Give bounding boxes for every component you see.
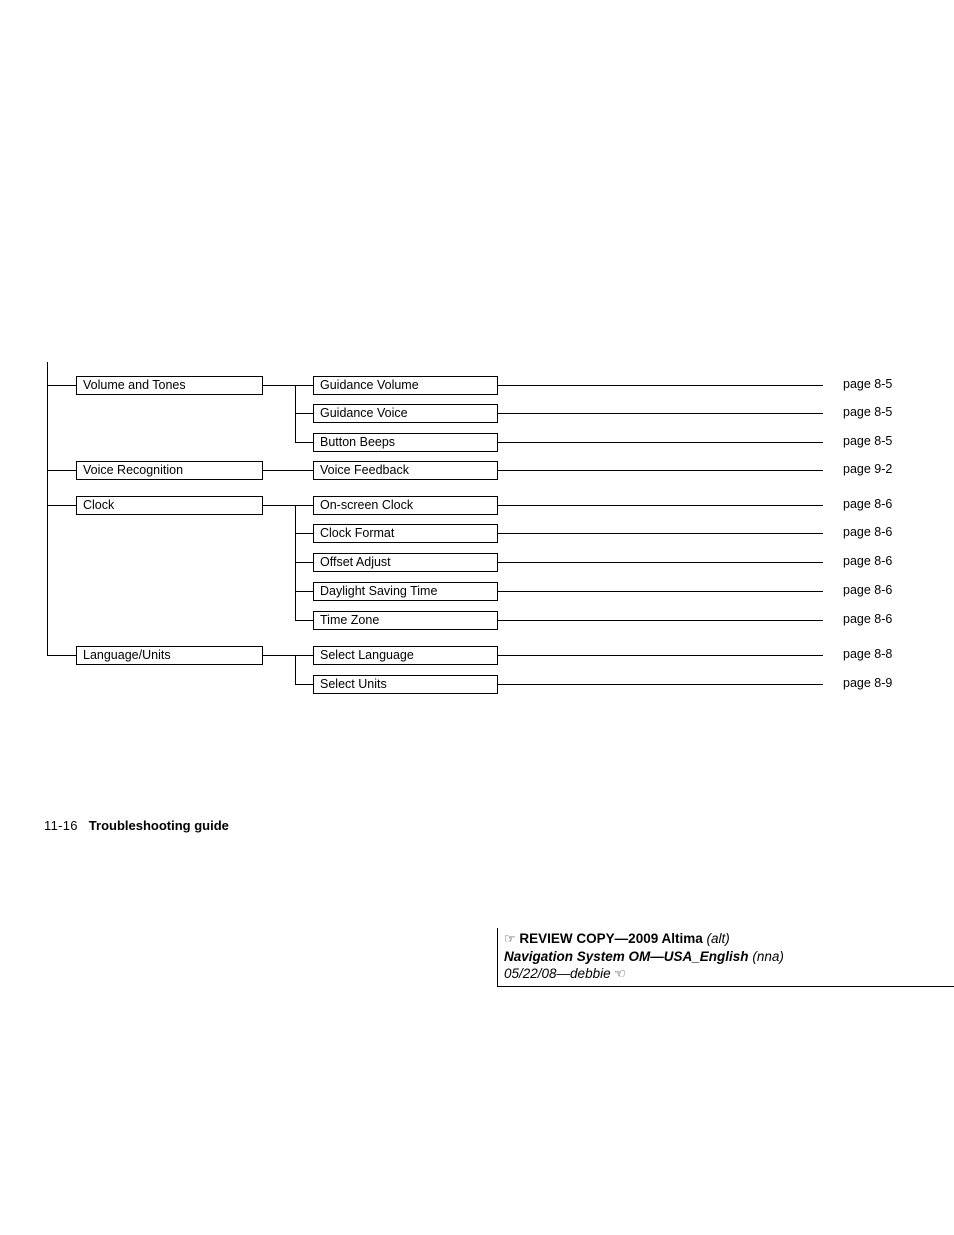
child-stub-guidance-voice — [295, 413, 313, 414]
branch-stub-volume-and-tones — [263, 385, 295, 386]
pageref-select-units: page 8-9 — [843, 676, 893, 690]
leader-line-guidance-volume — [498, 385, 823, 386]
hand-pointing-left-icon: ☞ — [614, 966, 627, 981]
node-clock-format[interactable]: Clock Format — [313, 524, 498, 543]
trunk-stub-clock — [47, 505, 76, 506]
leader-line-time-zone — [498, 620, 823, 621]
pageref-on-screen-clock: page 8-6 — [843, 497, 893, 511]
child-stub-daylight-saving-time — [295, 591, 313, 592]
pageref-clock-format: page 8-6 — [843, 525, 893, 539]
pageref-offset-adjust: page 8-6 — [843, 554, 893, 568]
trunk-stub-voice-recognition — [47, 470, 76, 471]
node-on-screen-clock[interactable]: On-screen Clock — [313, 496, 498, 515]
node-voice-feedback[interactable]: Voice Feedback — [313, 461, 498, 480]
trunk-stub-volume-and-tones — [47, 385, 76, 386]
chapter-title: Troubleshooting guide — [88, 818, 229, 833]
review-date-editor: 05/22/08—debbie — [504, 966, 611, 981]
node-time-zone[interactable]: Time Zone — [313, 611, 498, 630]
node-volume-and-tones[interactable]: Volume and Tones — [76, 376, 263, 395]
child-stub-guidance-volume — [295, 385, 313, 386]
child-stub-on-screen-clock — [295, 505, 313, 506]
child-stub-clock-format — [295, 533, 313, 534]
leader-line-clock-format — [498, 533, 823, 534]
leader-line-offset-adjust — [498, 562, 823, 563]
leader-line-voice-feedback — [498, 470, 823, 471]
node-guidance-volume[interactable]: Guidance Volume — [313, 376, 498, 395]
review-copy-stamp: ☞ REVIEW COPY—2009 Altima (alt) Navigati… — [497, 928, 954, 987]
pageref-voice-feedback: page 9-2 — [843, 462, 893, 476]
node-button-beeps[interactable]: Button Beeps — [313, 433, 498, 452]
pageref-time-zone: page 8-6 — [843, 612, 893, 626]
child-stub-select-language — [295, 655, 313, 656]
sub-trunk-language-units — [295, 655, 296, 684]
hand-pointing-right-icon: ☞ — [504, 931, 516, 946]
branch-stub-voice-recognition — [263, 470, 313, 471]
leader-line-on-screen-clock — [498, 505, 823, 506]
child-stub-button-beeps — [295, 442, 313, 443]
trunk-stub-language-units — [47, 655, 76, 656]
branch-stub-language-units — [263, 655, 295, 656]
node-offset-adjust[interactable]: Offset Adjust — [313, 553, 498, 572]
leader-line-daylight-saving-time — [498, 591, 823, 592]
pageref-guidance-volume: page 8-5 — [843, 377, 893, 391]
leader-line-select-units — [498, 684, 823, 685]
review-stamp-line-2: Navigation System OM—USA_English (nna) — [504, 948, 954, 966]
menu-tree-diagram: Volume and Tones Guidance Volume Guidanc… — [0, 0, 954, 720]
node-voice-recognition[interactable]: Voice Recognition — [76, 461, 263, 480]
review-stamp-line-3: 05/22/08—debbie ☞ — [504, 965, 954, 983]
node-daylight-saving-time[interactable]: Daylight Saving Time — [313, 582, 498, 601]
child-stub-offset-adjust — [295, 562, 313, 563]
node-select-language[interactable]: Select Language — [313, 646, 498, 665]
leader-line-guidance-voice — [498, 413, 823, 414]
review-copy-title: REVIEW COPY—2009 Altima — [519, 931, 703, 946]
pageref-daylight-saving-time: page 8-6 — [843, 583, 893, 597]
child-stub-time-zone — [295, 620, 313, 621]
page-footer: 11-16 Troubleshooting guide — [44, 818, 229, 833]
manual-title: Navigation System OM—USA_English — [504, 948, 749, 964]
manual-variant: (nna) — [752, 948, 784, 964]
review-stamp-line-1: ☞ REVIEW COPY—2009 Altima (alt) — [504, 930, 954, 948]
branch-stub-clock — [263, 505, 295, 506]
pageref-select-language: page 8-8 — [843, 647, 893, 661]
child-stub-select-units — [295, 684, 313, 685]
trunk-main — [47, 362, 48, 655]
review-copy-variant: (alt) — [706, 931, 730, 946]
leader-line-select-language — [498, 655, 823, 656]
node-language-units[interactable]: Language/Units — [76, 646, 263, 665]
pageref-button-beeps: page 8-5 — [843, 434, 893, 448]
leader-line-button-beeps — [498, 442, 823, 443]
node-guidance-voice[interactable]: Guidance Voice — [313, 404, 498, 423]
node-clock[interactable]: Clock — [76, 496, 263, 515]
pageref-guidance-voice: page 8-5 — [843, 405, 893, 419]
node-select-units[interactable]: Select Units — [313, 675, 498, 694]
page-number: 11-16 — [44, 818, 78, 833]
